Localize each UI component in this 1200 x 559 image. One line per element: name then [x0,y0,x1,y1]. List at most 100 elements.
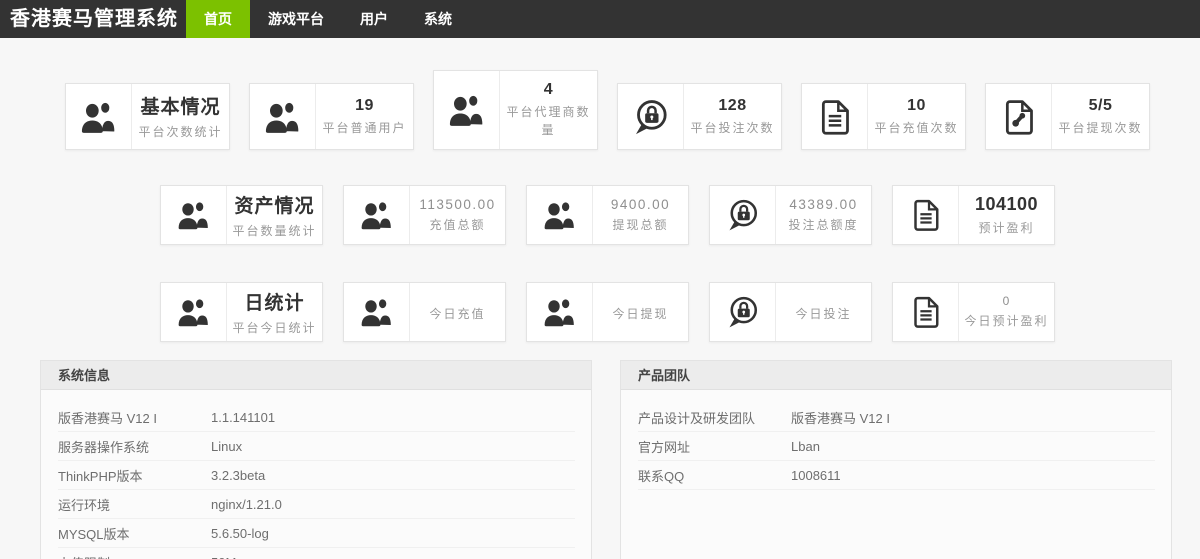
stat-card-body: 基本情况 平台次数统计 [132,84,229,149]
product-team-panel: 产品团队 产品设计及研发团队 版香港赛马 V12 I 官方网址 Lban 联系Q… [620,360,1172,559]
stat-card-today-withdraw: 今日提现 [526,282,689,342]
stat-card-body: 资产情况 平台数量统计 [227,186,322,244]
stat-label: 平台提现次数 [1058,120,1143,135]
chat-lock-icon [618,84,684,149]
info-row: 联系QQ 1008611 [638,461,1155,490]
stat-label: 今日提现 [612,307,669,321]
stat-card-withdraw-total: 9400.00 提现总额 [526,185,689,245]
stat-label: 预计盈利 [978,220,1035,235]
file-text-icon [802,84,868,149]
stat-card-today-bet: 今日投注 [709,282,872,342]
nav-item-users[interactable]: 用户 [342,0,406,38]
users-icon [344,283,410,341]
stat-card-bet-total: 43389.00 投注总额度 [709,185,872,245]
info-label: 产品设计及研发团队 [638,410,756,426]
stat-value: 10 [907,96,926,114]
stat-label: 平台代理商数量 [506,105,591,137]
stat-label: 提现总额 [612,217,669,232]
stat-card-body: 19 平台普通用户 [316,84,413,149]
info-label: 运行环境 [58,497,111,513]
stat-card-body: 今日充值 [410,283,505,341]
stat-title: 日统计 [244,292,305,314]
stat-value: 5/5 [1088,96,1113,114]
nav-item-game-platform[interactable]: 游戏平台 [250,0,342,38]
stat-label: 平台投注次数 [690,120,775,135]
stat-value: 0 [1002,294,1011,308]
stat-card-body: 104100 预计盈利 [959,186,1054,244]
info-row: 服务器操作系统 Linux [58,432,575,461]
stat-value: 43389.00 [789,196,858,212]
nav-item-home[interactable]: 首页 [186,0,250,38]
stat-label: 平台今日统计 [232,320,317,335]
system-info-panel: 系统信息 版香港赛马 V12 I 1.1.141101 服务器操作系统 Linu… [40,360,592,559]
info-value: 5.6.50-log [211,525,269,541]
panel-title: 系统信息 [41,361,591,390]
stat-value: 104100 [974,193,1039,214]
info-label: 官方网址 [638,439,691,455]
stat-card-expected-profit: 104100 预计盈利 [892,185,1055,245]
stat-card-body: 今日提现 [593,283,688,341]
stat-value: 4 [543,81,554,98]
navbar: 香港赛马管理系统 首页 游戏平台 用户 系统 [0,0,1200,38]
info-value: Linux [211,438,243,454]
info-value: 1.1.141101 [211,409,276,425]
bottom-panels: 系统信息 版香港赛马 V12 I 1.1.141101 服务器操作系统 Linu… [40,360,1172,559]
file-note-icon [986,84,1052,149]
stat-label: 平台数量统计 [232,223,317,238]
stat-row-assets: 资产情况 平台数量统计 113500.00 充值总额 9400.00 提现总额 … [0,185,1200,245]
info-row: ThinkPHP版本 3.2.3beta [58,461,575,490]
panel-title: 产品团队 [621,361,1171,390]
stat-row-counts: 基本情况 平台次数统计 19 平台普通用户 4 平台代理商数量 128 平台投注… [0,70,1200,150]
info-label: 服务器操作系统 [58,439,150,455]
stat-title: 资产情况 [234,195,315,217]
stat-label: 平台次数统计 [138,125,223,139]
stat-value: 113500.00 [419,196,496,212]
info-row: 官方网址 Lban [638,432,1155,461]
users-icon [250,84,316,149]
stat-card-today-profit: 0 今日预计盈利 [892,282,1055,342]
users-icon [527,283,593,341]
stat-label: 今日预计盈利 [964,314,1049,328]
users-icon [344,186,410,244]
users-icon [161,283,227,341]
users-icon [161,186,227,244]
info-label: 联系QQ [638,468,685,484]
stat-label: 今日投注 [795,307,852,321]
nav-item-system[interactable]: 系统 [406,0,470,38]
file-text-icon [893,186,959,244]
stat-card-recharge-total: 113500.00 充值总额 [343,185,506,245]
stat-card-body: 10 平台充值次数 [868,84,965,149]
stat-value: 9400.00 [610,196,671,212]
stat-label: 平台充值次数 [874,120,959,135]
info-label: MYSQL版本 [58,526,130,542]
stat-card-body: 日统计 平台今日统计 [227,283,322,341]
stat-card-withdraw-count: 5/5 平台提现次数 [985,83,1150,150]
info-value: 3.2.3beta [211,467,266,483]
info-value: 50M [211,555,575,559]
stat-card-today-recharge: 今日充值 [343,282,506,342]
info-row: 版香港赛马 V12 I 1.1.141101 [58,403,575,432]
info-row: 上传限制 50M [58,548,575,559]
panel-body: 产品设计及研发团队 版香港赛马 V12 I 官方网址 Lban 联系QQ 100… [621,390,1171,490]
stat-label: 充值总额 [429,217,486,232]
stat-card-body: 9400.00 提现总额 [593,186,688,244]
stat-label: 今日充值 [429,307,486,321]
stat-card-body: 今日投注 [776,283,871,341]
stat-card-assets-info: 资产情况 平台数量统计 [160,185,323,245]
info-label: 版香港赛马 V12 I [58,410,157,426]
info-value: Lban [791,438,820,454]
panel-body: 版香港赛马 V12 I 1.1.141101 服务器操作系统 Linux Thi… [41,390,591,559]
stat-card-agents-count: 4 平台代理商数量 [433,70,598,150]
stat-card-body: 128 平台投注次数 [684,84,781,149]
stat-value: 128 [718,96,747,114]
info-row: 运行环境 nginx/1.21.0 [58,490,575,519]
file-text-icon [893,283,959,341]
stat-label: 投注总额度 [788,217,859,232]
info-value: 版香港赛马 V12 I [791,410,890,426]
chat-lock-icon [710,186,776,244]
stat-value: 19 [355,96,374,114]
brand-title: 香港赛马管理系统 [10,8,178,30]
stat-card-body: 4 平台代理商数量 [500,71,597,149]
users-icon [434,71,500,149]
info-label: 上传限制 [58,553,211,559]
